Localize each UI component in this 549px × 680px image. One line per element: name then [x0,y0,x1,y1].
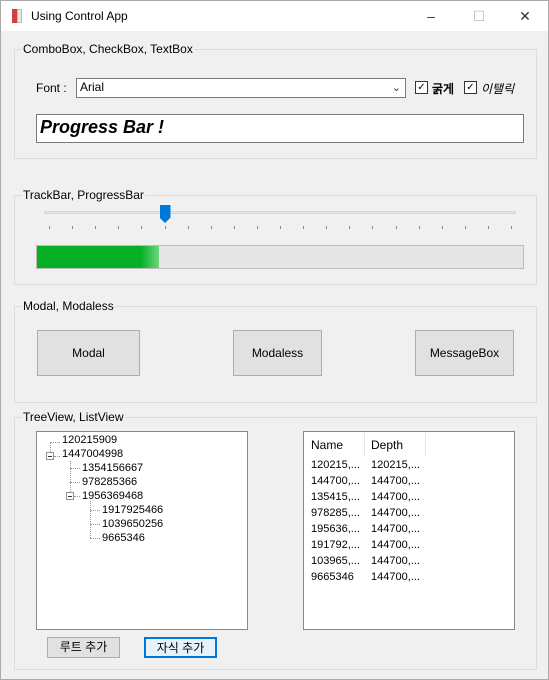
window-title: Using Control App [31,9,128,23]
column-header-name[interactable]: Name [311,438,343,452]
group-label: TrackBar, ProgressBar [22,188,145,202]
trackbar-tick [95,226,97,229]
collapse-icon[interactable] [46,452,54,460]
group-label: TreeView, ListView [22,410,125,424]
trackbar-tick [118,226,120,229]
list-cell-name[interactable]: 135415,... [311,491,360,503]
minimize-button[interactable]: – [408,1,454,31]
italic-checkbox[interactable]: ✓ [464,81,477,94]
tree-connector [54,456,60,457]
trackbar-tick [256,226,258,229]
trackbar-tick [210,226,212,229]
list-view[interactable]: Name Depth 120215,... 120215,... 144700,..… [303,431,515,630]
font-label: Font : [36,81,67,95]
close-button[interactable]: ✕ [502,1,548,31]
list-cell-name[interactable]: 195636,... [311,523,360,535]
trackbar-tick [141,226,143,229]
font-combobox[interactable]: Arial ⌄ [76,78,406,98]
tree-connector [70,468,80,469]
column-header-depth[interactable]: Depth [371,438,403,452]
tree-connector [90,524,100,525]
tree-node[interactable]: 1917925466 [102,504,163,516]
column-divider[interactable] [425,433,426,457]
italic-label[interactable]: 이탤릭 [481,80,514,97]
trackbar-tick [187,226,189,229]
trackbar-tick [464,226,466,229]
bold-label[interactable]: 굵게 [432,80,454,97]
tree-connector [90,510,100,511]
tree-node[interactable]: 978285366 [82,476,137,488]
trackbar-channel[interactable] [44,211,516,214]
trackbar-tick [487,226,489,229]
add-child-button[interactable]: 자식 추가 [144,637,217,658]
trackbar-tick [164,226,166,229]
tree-connector [70,482,80,483]
group-label: ComboBox, CheckBox, TextBox [22,42,194,56]
list-cell-depth[interactable]: 144700,... [371,491,420,503]
trackbar-tick [349,226,351,229]
list-cell-depth[interactable]: 144700,... [371,475,420,487]
list-cell-depth[interactable]: 144700,... [371,539,420,551]
app-icon [12,9,22,23]
trackbar-tick [303,226,305,229]
title-bar[interactable]: Using Control App – ☐ ✕ [1,1,548,31]
modal-button[interactable]: Modal [37,330,140,376]
trackbar-tick [326,226,328,229]
trackbar-tick [49,226,50,229]
modaless-button[interactable]: Modaless [233,330,322,376]
tree-node[interactable]: 9665346 [102,532,145,544]
tree-connector [70,461,71,496]
list-cell-name[interactable]: 144700,... [311,475,360,487]
list-cell-name[interactable]: 120215,... [311,459,360,471]
column-divider[interactable] [364,433,365,457]
list-cell-name[interactable]: 191792,... [311,539,360,551]
tree-connector [90,501,91,538]
tree-connector [90,538,100,539]
messagebox-button[interactable]: MessageBox [415,330,514,376]
trackbar-tick [72,226,74,229]
list-cell-depth[interactable]: 144700,... [371,507,420,519]
bold-checkbox[interactable]: ✓ [415,81,428,94]
list-cell-name[interactable]: 978285,... [311,507,360,519]
app-window: Using Control App – ☐ ✕ ComboBox, CheckB… [0,0,549,680]
trackbar-tick [395,226,397,229]
list-cell-depth[interactable]: 120215,... [371,459,420,471]
trackbar-tick [441,226,443,229]
list-cell-name[interactable]: 103965,... [311,555,360,567]
trackbar-tick [372,226,374,229]
tree-view[interactable]: 120215909 1447004998 1354156667 97828536… [36,431,248,630]
progress-fill [37,246,159,268]
trackbar-progress-group: TrackBar, ProgressBar [14,188,537,285]
preview-text: Progress Bar ! [40,117,165,137]
font-combobox-value: Arial [80,80,105,94]
trackbar-tick [511,226,512,229]
tree-node[interactable]: 120215909 [62,434,117,446]
list-cell-name[interactable]: 9665346 [311,571,354,583]
collapse-icon[interactable] [66,492,74,500]
trackbar-tick [233,226,235,229]
tree-node[interactable]: 1039650256 [102,518,163,530]
trackbar-tick [418,226,420,229]
progress-bar [36,245,524,269]
trackbar-tick [280,226,281,229]
tree-node[interactable]: 1447004998 [62,448,123,460]
list-cell-depth[interactable]: 144700,... [371,555,420,567]
tree-node[interactable]: 1956369468 [82,490,143,502]
group-label: Modal, Modaless [22,299,115,313]
preview-textbox[interactable]: Progress Bar ! [36,114,524,143]
chevron-down-icon[interactable]: ⌄ [392,81,401,94]
tree-connector [50,442,60,443]
add-root-button[interactable]: 루트 추가 [47,637,120,658]
list-cell-depth[interactable]: 144700,... [371,523,420,535]
maximize-button[interactable]: ☐ [456,1,502,31]
tree-node[interactable]: 1354156667 [82,462,143,474]
list-cell-depth[interactable]: 144700,... [371,571,420,583]
tree-connector [74,496,80,497]
